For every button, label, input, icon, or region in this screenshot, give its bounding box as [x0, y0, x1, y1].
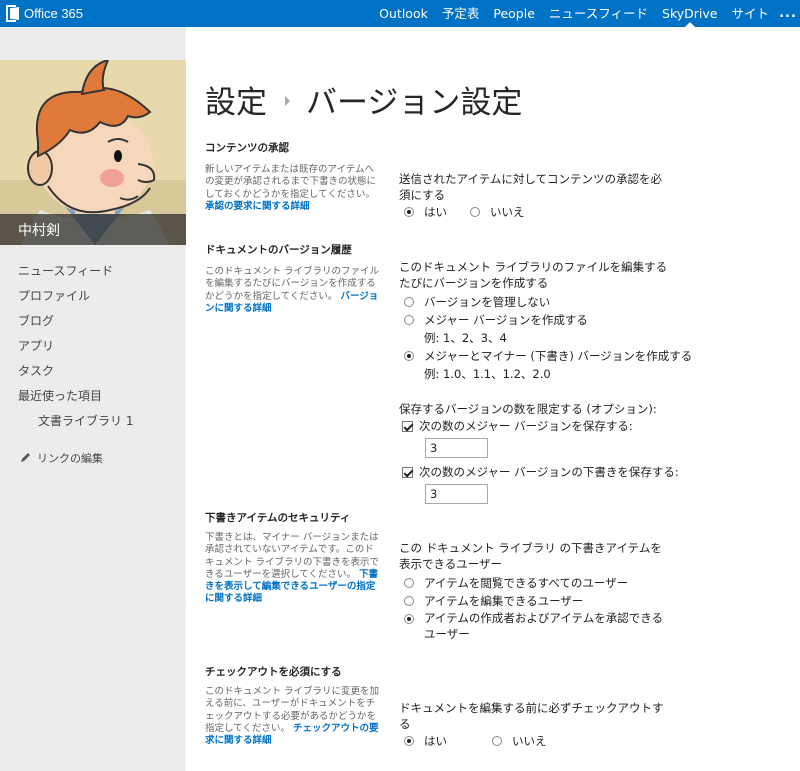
checkout-yes-radio[interactable] [404, 736, 414, 746]
section-description: このドキュメント ライブラリに変更を加える前に、ユーザーがドキュメントをチェック… [205, 686, 381, 747]
major-minor-label[interactable]: メジャーとマイナー (下書き) バージョンを作成する [424, 348, 692, 364]
pencil-icon [21, 453, 30, 462]
approval-options: はい いいえ [399, 203, 671, 221]
ql-newsfeed[interactable]: ニュースフィード [0, 259, 186, 284]
checkout-options: はい いいえ [399, 732, 671, 750]
page-title-text: バージョン設定 [306, 84, 523, 121]
suite-bar: Office 365 Outlook 予定表 People ニュースフィード S… [0, 0, 800, 27]
keep-major-input[interactable]: 3 [425, 438, 488, 458]
page-title: 設定 バージョン設定 [205, 76, 522, 122]
ribbon-area [186, 27, 800, 60]
ql-profile[interactable]: プロファイル [0, 284, 186, 309]
approval-yes-radio[interactable] [404, 207, 414, 217]
section-content-approval: コンテンツの承認 新しいアイテムまたは既存のアイテムへの変更が承認されるまで下書… [205, 140, 795, 228]
nav-outlook[interactable]: Outlook [372, 0, 435, 27]
keep-major-checkbox[interactable] [402, 420, 413, 432]
section-description: 下書きとは、マイナー バージョンまたは承認されていないアイテムです。このドキュメ… [205, 532, 381, 606]
keep-drafts-input[interactable]: 3 [425, 484, 488, 504]
ql-tasks[interactable]: タスク [0, 359, 186, 384]
section-require-checkout: チェックアウトを必須にする このドキュメント ライブラリに変更を加える前に、ユー… [205, 664, 795, 748]
authors-approvers-label[interactable]: アイテムの作成者およびアイテムを承認できるユーザー [424, 610, 671, 642]
approval-help-link[interactable]: 承認の要求に関する詳細 [205, 201, 310, 212]
quick-launch: ニュースフィード プロファイル ブログ アプリ タスク 最近使った項目 文書ライ… [0, 259, 186, 434]
section-title: コンテンツの承認 [205, 142, 289, 154]
ql-blog[interactable]: ブログ [0, 309, 186, 334]
no-versioning-radio[interactable] [404, 297, 414, 307]
section-title: 下書きアイテムのセキュリティ [205, 512, 351, 524]
office-logo-icon [6, 5, 20, 22]
keep-drafts-label[interactable]: 次の数のメジャー バージョンの下書きを保存する: [419, 464, 679, 480]
nav-sites[interactable]: サイト [724, 0, 776, 27]
breadcrumb-settings[interactable]: 設定 [205, 77, 267, 122]
profile-name: 中村剣 [0, 214, 186, 245]
edit-links-button[interactable]: リンクの編集 [0, 449, 186, 469]
all-readers-radio[interactable] [404, 578, 414, 588]
approval-controls: 送信されたアイテムに対してコンテンツの承認を必須にする はい いいえ [399, 171, 671, 221]
opt-no-versioning[interactable]: バージョンを管理しない [399, 293, 671, 311]
section-draft-security: 下書きアイテムのセキュリティ 下書きとは、マイナー バージョンまたは承認されてい… [205, 510, 795, 642]
approval-no-label[interactable]: いいえ [490, 204, 525, 220]
versioning-question: このドキュメント ライブラリのファイルを編集するたびにバージョンを作成する [399, 260, 668, 290]
major-versions-radio[interactable] [404, 315, 414, 325]
office365-brand[interactable]: Office 365 [6, 4, 83, 23]
description-text: 新しいアイテムまたは既存のアイテムへの変更が承認されるまで下書きの状態にしておく… [205, 164, 377, 200]
keep-major-row[interactable]: 次の数のメジャー バージョンを保存する: [399, 417, 671, 435]
breadcrumb-separator-icon [285, 96, 290, 106]
draft-security-question: この ドキュメント ライブラリ の下書きアイテムを表示できるユーザー [399, 541, 662, 571]
checkout-yes-label[interactable]: はい [424, 733, 447, 749]
all-readers-label[interactable]: アイテムを閲覧できるすべてのユーザー [424, 575, 628, 591]
limit-versions-title: 保存するバージョンの数を限定する (オプション): [399, 402, 657, 416]
versioning-controls: このドキュメント ライブラリのファイルを編集するたびにバージョンを作成する バー… [399, 259, 692, 504]
section-description: 新しいアイテムまたは既存のアイテムへの変更が承認されるまで下書きの状態にしておく… [205, 164, 381, 213]
profile-photo[interactable]: 中村剣 [0, 60, 186, 245]
edit-links-label: リンクの編集 [37, 452, 103, 465]
brand-text: Office 365 [24, 6, 84, 21]
nav-calendar[interactable]: 予定表 [435, 0, 487, 27]
opt-major-minor-versions[interactable]: メジャーとマイナー (下書き) バージョンを作成する [399, 347, 692, 365]
opt-editors[interactable]: アイテムを編集できるユーザー [399, 592, 671, 610]
opt-major-versions[interactable]: メジャー バージョンを作成する [399, 311, 671, 329]
keep-major-label[interactable]: 次の数のメジャー バージョンを保存する: [419, 418, 633, 434]
approval-no-radio[interactable] [470, 207, 480, 217]
editors-radio[interactable] [404, 596, 414, 606]
checkout-question: ドキュメントを編集する前に必ずチェックアウトする [399, 701, 664, 731]
ql-apps[interactable]: アプリ [0, 334, 186, 359]
checkout-no-radio[interactable] [492, 736, 502, 746]
section-description: このドキュメント ライブラリのファイルを編集するたびにバージョンを作成するかどう… [205, 266, 381, 315]
authors-approvers-radio[interactable] [404, 614, 414, 624]
no-versioning-label[interactable]: バージョンを管理しない [424, 294, 550, 310]
nav-newsfeed[interactable]: ニュースフィード [542, 0, 655, 27]
approval-yes-label[interactable]: はい [424, 204, 447, 220]
editors-label[interactable]: アイテムを編集できるユーザー [424, 593, 583, 609]
description-text: 下書きとは、マイナー バージョンまたは承認されていないアイテムです。このドキュメ… [205, 532, 380, 580]
opt-all-readers[interactable]: アイテムを閲覧できるすべてのユーザー [399, 574, 671, 592]
keep-drafts-row[interactable]: 次の数のメジャー バージョンの下書きを保存する: [399, 463, 679, 481]
opt-authors-approvers[interactable]: アイテムの作成者およびアイテムを承認できるユーザー [399, 610, 671, 642]
left-panel: 中村剣 ニュースフィード プロファイル ブログ アプリ タスク 最近使った項目 … [0, 27, 186, 771]
section-version-history: ドキュメントのバージョン履歴 このドキュメント ライブラリのファイルを編集するた… [205, 242, 795, 504]
major-example: 例: 1、2、3、4 [424, 331, 507, 345]
ql-recent[interactable]: 最近使った項目 [0, 384, 186, 409]
draft-security-controls: この ドキュメント ライブラリ の下書きアイテムを表示できるユーザー アイテムを… [399, 540, 671, 642]
checkout-controls: ドキュメントを編集する前に必ずチェックアウトする はい いいえ [399, 700, 671, 750]
keep-drafts-checkbox[interactable] [402, 466, 413, 478]
major-versions-label[interactable]: メジャー バージョンを作成する [424, 312, 588, 328]
section-title: ドキュメントのバージョン履歴 [205, 244, 352, 256]
nav-people[interactable]: People [486, 0, 542, 27]
suite-nav: Outlook 予定表 People ニュースフィード SkyDrive サイト… [372, 0, 800, 27]
ql-document-library-1[interactable]: 文書ライブラリ 1 [0, 409, 186, 434]
section-title: チェックアウトを必須にする [205, 666, 342, 678]
approval-question: 送信されたアイテムに対してコンテンツの承認を必須にする [399, 172, 663, 202]
nav-skydrive[interactable]: SkyDrive [655, 0, 724, 27]
minor-example: 例: 1.0、1.1、1.2、2.0 [424, 367, 551, 381]
checkout-no-label[interactable]: いいえ [512, 733, 547, 749]
major-minor-radio[interactable] [404, 351, 414, 361]
more-menu-icon[interactable]: ... [776, 0, 800, 27]
